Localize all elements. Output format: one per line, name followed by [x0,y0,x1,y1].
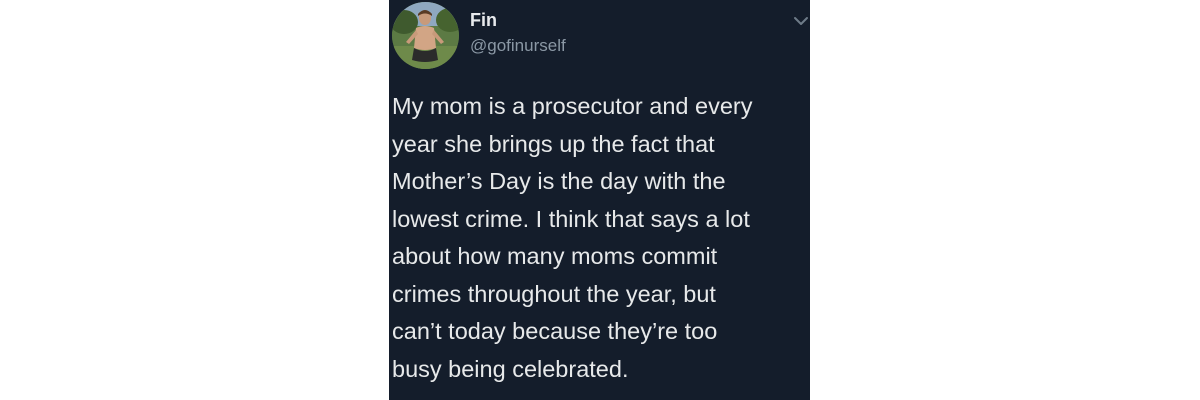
tweet-text: My mom is a prosecutor and every year sh… [392,88,804,388]
tweet-text-line: can’t today because they’re too [392,318,718,344]
avatar[interactable] [392,2,459,69]
tweet-text-line: My mom is a prosecutor and every [392,93,753,119]
author-handle[interactable]: @gofinurself [470,36,566,56]
tweet-text-line: year she brings up the fact that [392,130,715,157]
chevron-down-icon[interactable] [790,10,812,32]
author-display-name[interactable]: Fin [470,10,497,31]
tweet-text-line: crimes throughout the year, but [392,280,716,307]
avatar-photo-icon [392,2,459,69]
tweet-text-line: about how many moms commit [392,243,718,269]
tweet-text-line: busy being celebrated. [392,355,629,382]
tweet-text-line: lowest crime. I think that says a lot [392,205,750,232]
tweet-text-line: Mother’s Day is the day with the [392,168,726,194]
